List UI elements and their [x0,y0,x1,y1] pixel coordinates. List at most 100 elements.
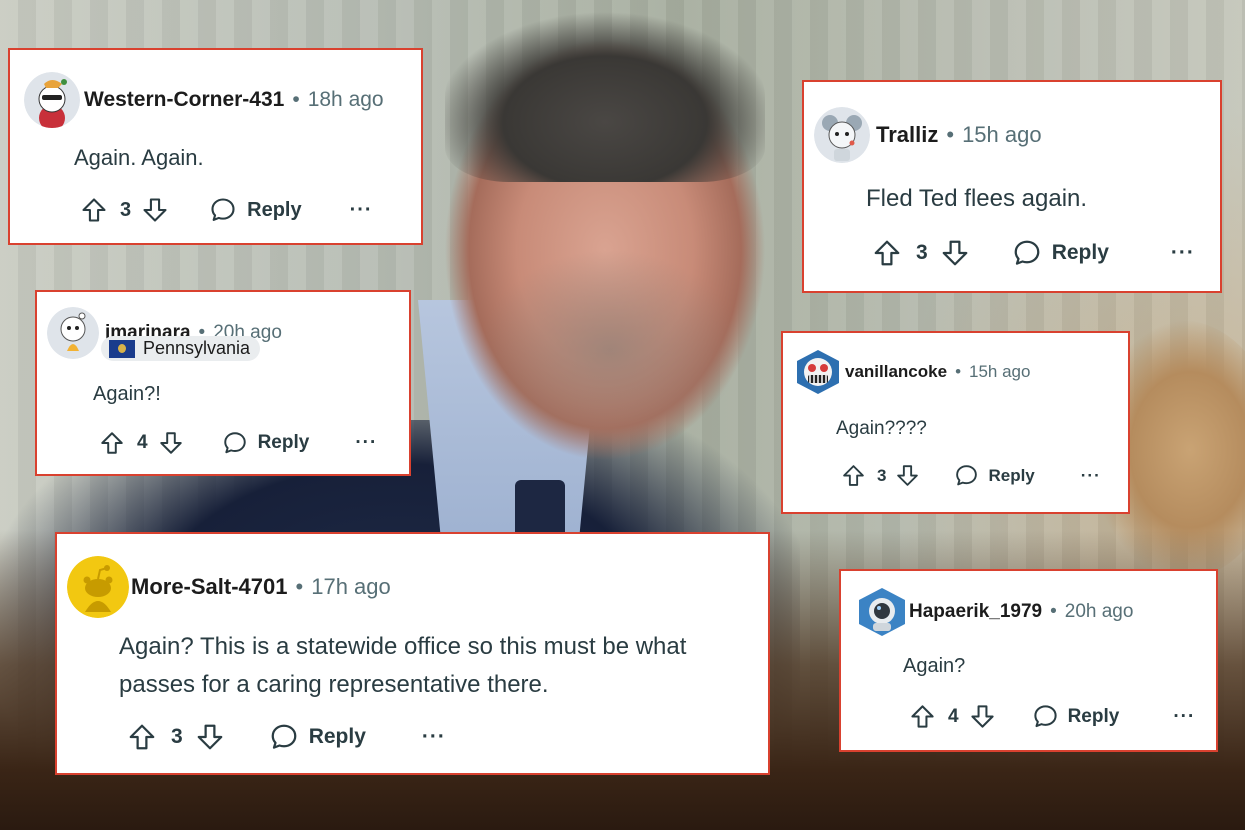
downvote-icon [895,463,920,488]
upvote-icon [909,703,936,730]
comment-bubble-icon [269,722,299,752]
downvote-button[interactable] [895,463,920,488]
upvote-icon [841,463,866,488]
comment-card: Western-Corner-431 • 18h ago Again. Agai… [8,48,423,245]
comment-card: Tralliz • 15h ago Fled Ted flees again. … [802,80,1222,293]
downvote-button[interactable] [141,196,169,224]
comment-actions: 3 Reply ··· [841,463,1101,488]
separator-dot: • [295,574,304,599]
more-options-button[interactable]: ··· [355,432,377,454]
username[interactable]: More-Salt-4701 [131,574,288,600]
reply-button[interactable]: Reply [1012,238,1109,268]
upvote-button[interactable] [80,196,108,224]
vote-count: 4 [137,432,148,453]
downvote-button[interactable] [195,722,225,752]
reply-label: Reply [1051,241,1109,264]
comment-bubble-icon [209,196,237,224]
comment-header: Western-Corner-431 • 18h ago [24,72,384,128]
comment-actions: 4 Reply ··· [909,703,1195,730]
reply-label: Reply [988,465,1035,485]
reply-button[interactable]: Reply [209,196,302,224]
reply-button[interactable]: Reply [954,463,1035,488]
mouse-ears-avatar-icon[interactable] [814,107,870,163]
reply-button[interactable]: Reply [222,430,310,456]
default-snoo-avatar-icon[interactable] [67,556,129,618]
more-options-button[interactable]: ··· [1173,706,1195,728]
speaker-beard [480,250,740,450]
speaker-hair [445,12,765,182]
downvote-icon [141,196,169,224]
user-flair: Pennsylvania [101,336,261,361]
reply-label: Reply [257,432,310,453]
vote-count: 4 [948,705,959,727]
comment-body: Again. Again. [74,145,204,170]
downvote-icon [195,722,225,752]
vote-count: 3 [171,725,183,748]
comment-actions: 3 Reply ··· [80,196,373,224]
reply-label: Reply [1067,705,1120,727]
upvote-button[interactable] [872,238,902,268]
comment-body: Again? This is a statewide office so thi… [119,633,687,698]
comment-body: Again?! [93,383,161,405]
downvote-button[interactable] [969,703,996,730]
flair-label: Pennsylvania [143,338,251,358]
downvote-button[interactable] [940,238,970,268]
username[interactable]: Western-Corner-431 [84,88,284,112]
upvote-button[interactable] [127,722,157,752]
comment-card: More-Salt-4701 • 17h ago Again? This is … [55,532,770,775]
more-options-button[interactable]: ··· [1081,466,1101,486]
separator-dot: • [955,362,962,381]
comment-card: Hapaerik_1979 • 20h ago Again? 4 Reply ·… [839,569,1218,752]
downvote-button[interactable] [158,430,184,456]
downvote-icon [940,238,970,268]
reply-label: Reply [308,725,366,748]
upvote-icon [80,196,108,224]
upvote-icon [99,430,125,456]
comment-header: vanillancoke • 15h ago [795,349,1030,395]
snoo-avatar-icon[interactable] [47,307,99,359]
timestamp[interactable]: 17h ago [311,574,391,600]
vote-count: 3 [120,198,132,221]
username[interactable]: Hapaerik_1979 [909,601,1042,623]
upvote-icon [127,722,157,752]
comment-actions: 3 Reply ··· [127,722,446,752]
separator-dot: • [292,88,300,111]
reply-button[interactable]: Reply [1032,703,1120,730]
separator-dot: • [1050,601,1057,622]
comment-bubble-icon [954,463,979,488]
more-options-button[interactable]: ··· [1171,241,1195,265]
timestamp[interactable]: 15h ago [962,122,1042,148]
upvote-button[interactable] [99,430,125,456]
comment-header: More-Salt-4701 • 17h ago [67,556,391,618]
more-options-button[interactable]: ··· [350,199,373,222]
comment-bubble-icon [1012,238,1042,268]
reply-label: Reply [247,198,302,221]
separator-dot: • [946,122,955,147]
grinning-monster-avatar-icon[interactable] [795,349,841,395]
downvote-icon [969,703,996,730]
username[interactable]: Tralliz [876,122,938,148]
more-options-button[interactable]: ··· [422,725,446,749]
timestamp[interactable]: 20h ago [1065,601,1134,623]
vote-count: 3 [877,465,887,485]
vote-count: 3 [916,241,928,264]
comment-body: Again? [903,655,966,677]
comment-body: Fled Ted flees again. [866,185,1088,212]
comment-actions: 4 Reply ··· [99,430,377,456]
comment-header: Hapaerik_1979 • 20h ago [857,587,1133,637]
comment-bubble-icon [1032,703,1059,730]
upvote-button[interactable] [909,703,936,730]
reply-button[interactable]: Reply [269,722,366,752]
username[interactable]: vanillancoke [845,362,947,382]
downvote-icon [158,430,184,456]
pennsylvania-flag-icon [109,339,135,358]
comment-body: Again???? [836,418,927,439]
snowman-avatar-icon[interactable] [24,72,80,128]
upvote-button[interactable] [841,463,866,488]
timestamp[interactable]: 15h ago [969,362,1030,382]
comment-header: Tralliz • 15h ago [814,107,1042,163]
comment-card: vanillancoke • 15h ago Again???? 3 Reply… [781,331,1130,514]
timestamp[interactable]: 18h ago [308,88,384,112]
upvote-icon [872,238,902,268]
astronaut-avatar-icon[interactable] [857,587,907,637]
